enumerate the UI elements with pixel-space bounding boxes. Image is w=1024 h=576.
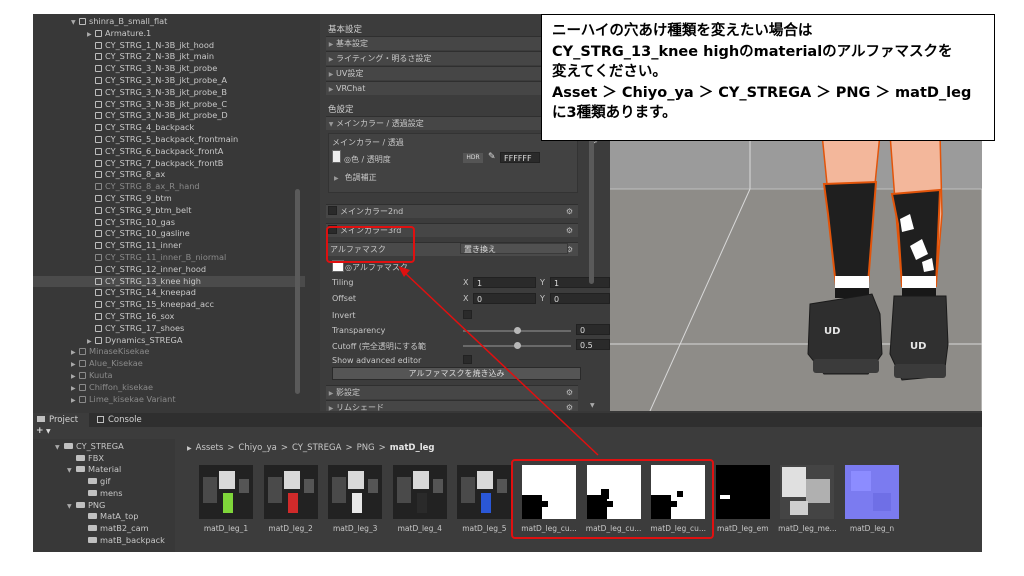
- highlight-arrow: [398, 266, 599, 456]
